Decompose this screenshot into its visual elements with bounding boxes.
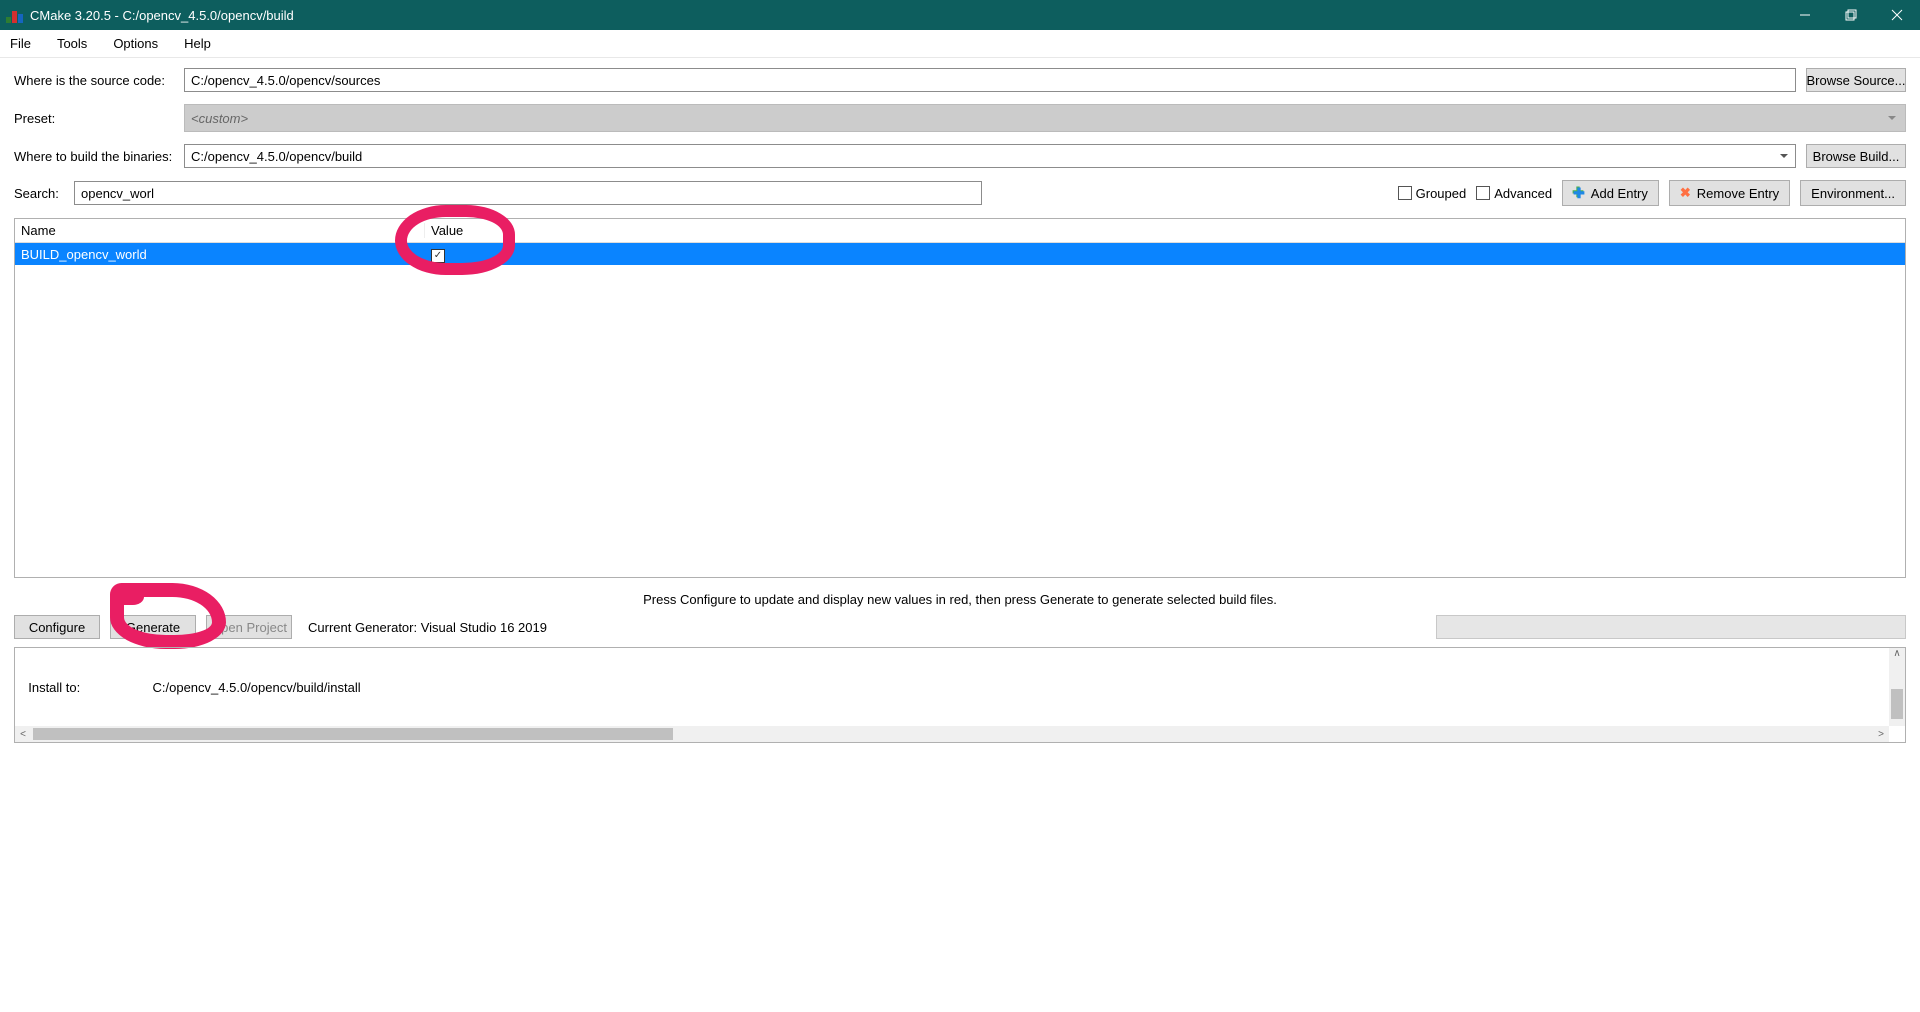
menu-help[interactable]: Help — [184, 36, 211, 51]
browse-build-button[interactable]: Browse Build... — [1806, 144, 1906, 168]
build-input[interactable] — [184, 144, 1796, 168]
generator-text: Current Generator: Visual Studio 16 2019 — [308, 620, 547, 635]
menu-bar: File Tools Options Help — [0, 30, 1920, 58]
search-input[interactable] — [74, 181, 982, 205]
delete-icon — [1680, 185, 1691, 201]
row-name: BUILD_opencv_world — [15, 247, 425, 262]
advanced-checkbox[interactable]: Advanced — [1476, 186, 1552, 201]
generate-button[interactable]: Generate — [110, 615, 196, 639]
title-bar: CMake 3.20.5 - C:/opencv_4.5.0/opencv/bu… — [0, 0, 1920, 30]
remove-entry-button[interactable]: Remove Entry — [1669, 180, 1790, 206]
environment-button[interactable]: Environment... — [1800, 180, 1906, 206]
grouped-checkbox[interactable]: Grouped — [1398, 186, 1467, 201]
progress-bar — [1436, 615, 1906, 639]
configure-button[interactable]: Configure — [14, 615, 100, 639]
maximize-button[interactable] — [1828, 0, 1874, 30]
col-value[interactable]: Value — [425, 223, 463, 238]
menu-tools[interactable]: Tools — [57, 36, 87, 51]
cache-table[interactable]: Name Value BUILD_opencv_world — [14, 218, 1906, 578]
vertical-scrollbar[interactable]: ∧ — [1889, 648, 1905, 726]
search-label: Search: — [14, 186, 64, 201]
source-input[interactable] — [184, 68, 1796, 92]
app-icon — [6, 7, 24, 23]
preset-label: Preset: — [14, 111, 174, 126]
plus-icon — [1573, 185, 1585, 202]
minimize-button[interactable] — [1782, 0, 1828, 30]
hint-text: Press Configure to update and display ne… — [14, 592, 1906, 607]
menu-options[interactable]: Options — [113, 36, 158, 51]
menu-file[interactable]: File — [10, 36, 31, 51]
preset-select[interactable]: <custom> — [184, 104, 1906, 132]
col-name[interactable]: Name — [15, 223, 425, 238]
source-label: Where is the source code: — [14, 73, 174, 88]
open-project-button[interactable]: Open Project — [206, 615, 292, 639]
row-checkbox[interactable] — [431, 249, 445, 263]
output-log[interactable]: Install to: C:/opencv_4.5.0/opencv/build… — [14, 647, 1906, 743]
close-button[interactable] — [1874, 0, 1920, 30]
horizontal-scrollbar[interactable]: <> — [15, 726, 1889, 742]
browse-source-button[interactable]: Browse Source... — [1806, 68, 1906, 92]
build-label: Where to build the binaries: — [14, 149, 174, 164]
add-entry-button[interactable]: Add Entry — [1562, 180, 1659, 206]
table-row[interactable]: BUILD_opencv_world — [15, 243, 1905, 265]
window-title: CMake 3.20.5 - C:/opencv_4.5.0/opencv/bu… — [30, 8, 1782, 23]
